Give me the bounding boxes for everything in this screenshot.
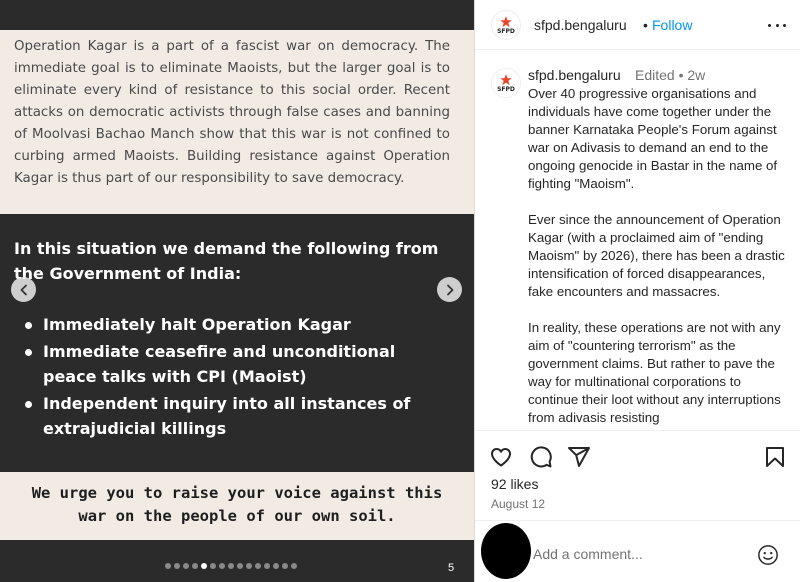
action-bar bbox=[475, 430, 800, 482]
carousel-dot bbox=[228, 563, 234, 569]
comment-input[interactable] bbox=[533, 546, 753, 562]
heart-icon[interactable] bbox=[489, 445, 513, 469]
star-logo-icon bbox=[500, 74, 512, 86]
bookmark-icon[interactable] bbox=[763, 445, 787, 469]
image-top-strip bbox=[0, 0, 474, 30]
chevron-left-icon bbox=[20, 284, 27, 295]
closing-text: We urge you to raise your voice against … bbox=[31, 484, 443, 525]
current-user-avatar bbox=[481, 523, 531, 579]
demand-item: Independent inquiry into all instances o… bbox=[24, 391, 434, 442]
carousel-dot bbox=[210, 563, 216, 569]
carousel-dot bbox=[255, 563, 261, 569]
carousel-dot bbox=[273, 563, 279, 569]
carousel-dot bbox=[282, 563, 288, 569]
caption-area[interactable]: SFPD sfpd.bengaluru Edited • 2w Over 40 … bbox=[475, 51, 800, 429]
caption-paragraph: Over 40 progressive organisations and in… bbox=[528, 86, 778, 191]
chevron-right-icon bbox=[446, 284, 453, 295]
post-date: August 12 bbox=[491, 497, 546, 511]
carousel-dot bbox=[174, 563, 180, 569]
post-carousel[interactable]: Operation Kagar is a part of a fascist w… bbox=[0, 0, 474, 582]
follow-button[interactable]: Follow bbox=[652, 17, 692, 33]
carousel-dot bbox=[183, 563, 189, 569]
share-icon[interactable] bbox=[567, 445, 591, 469]
carousel-dot bbox=[264, 563, 270, 569]
intro-paragraph: Operation Kagar is a part of a fascist w… bbox=[14, 39, 450, 186]
carousel-dot bbox=[237, 563, 243, 569]
carousel-dot bbox=[219, 563, 225, 569]
more-horizontal-icon[interactable] bbox=[768, 16, 786, 34]
separator: • bbox=[643, 17, 648, 33]
emoji-icon[interactable] bbox=[757, 544, 779, 566]
username-link[interactable]: sfpd.bengaluru bbox=[534, 17, 627, 33]
profile-avatar[interactable]: SFPD bbox=[491, 10, 521, 40]
demand-heading: In this situation we demand the followin… bbox=[14, 239, 439, 283]
caption-username[interactable]: sfpd.bengaluru bbox=[528, 67, 621, 83]
post-header: SFPD sfpd.bengaluru • Follow bbox=[475, 0, 800, 50]
carousel-dot bbox=[246, 563, 252, 569]
next-slide-button[interactable] bbox=[437, 277, 462, 302]
intro-section: Operation Kagar is a part of a fascist w… bbox=[0, 30, 474, 214]
comment-section bbox=[475, 520, 800, 582]
star-logo-icon bbox=[500, 16, 512, 28]
previous-slide-button[interactable] bbox=[11, 277, 36, 302]
carousel-indicator bbox=[165, 563, 297, 569]
caption-avatar[interactable]: SFPD bbox=[491, 68, 521, 98]
caption-paragraph: Ever since the announcement of Operation… bbox=[528, 212, 785, 299]
caption-paragraph: In reality, these operations are not wit… bbox=[528, 320, 781, 425]
demand-item: Immediate ceasefire and unconditional pe… bbox=[24, 339, 434, 390]
demand-item: Immediately halt Operation Kagar bbox=[24, 312, 434, 338]
post-detail-panel: SFPD sfpd.bengaluru • Follow SFPD sfpd.b… bbox=[474, 0, 800, 582]
demands-section: In this situation we demand the followin… bbox=[0, 214, 474, 472]
carousel-dot-active bbox=[201, 563, 207, 569]
image-bottom-strip bbox=[0, 540, 474, 582]
logo-text: SFPD bbox=[497, 28, 515, 35]
demands-list: Immediately halt Operation Kagar Immedia… bbox=[24, 312, 434, 443]
carousel-dot bbox=[291, 563, 297, 569]
likes-count[interactable]: 92 likes bbox=[491, 476, 538, 492]
caption-text: Over 40 progressive organisations and in… bbox=[528, 85, 790, 429]
logo-text: SFPD bbox=[497, 86, 515, 93]
carousel-dot bbox=[165, 563, 171, 569]
caption-meta: Edited • 2w bbox=[635, 67, 706, 83]
closing-section: We urge you to raise your voice against … bbox=[0, 472, 474, 540]
page-number: 5 bbox=[448, 562, 455, 574]
comment-icon[interactable] bbox=[529, 445, 553, 469]
carousel-dot bbox=[192, 563, 198, 569]
